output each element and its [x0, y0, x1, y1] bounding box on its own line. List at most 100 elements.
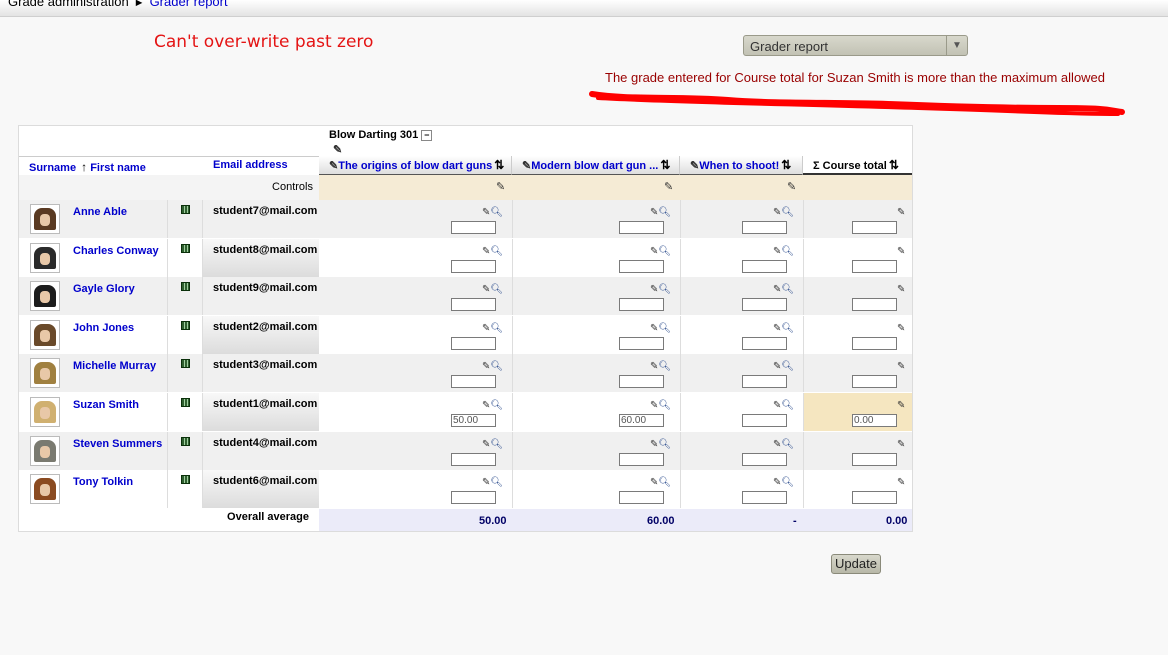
grade-input[interactable] — [742, 491, 787, 505]
search-icon[interactable]: 🔍︎ — [781, 207, 794, 218]
search-icon[interactable]: 🔍︎ — [490, 207, 503, 218]
grade-input[interactable] — [852, 298, 897, 312]
edit-icon[interactable]: ✎ — [897, 400, 905, 411]
search-icon[interactable]: 🔍︎ — [658, 439, 671, 450]
edit-icon[interactable]: ✎ — [897, 439, 905, 450]
edit-icon[interactable]: ✎ — [897, 246, 905, 257]
search-icon[interactable]: 🔍︎ — [658, 477, 671, 488]
grade-input[interactable] — [451, 336, 496, 350]
edit-icon[interactable]: ✎ — [333, 143, 342, 156]
grade-input[interactable] — [742, 336, 787, 350]
avatar[interactable] — [30, 281, 60, 312]
student-name-link[interactable]: Suzan Smith — [73, 399, 139, 411]
spreadsheet-icon[interactable] — [181, 398, 190, 407]
grade-input[interactable] — [852, 491, 897, 505]
sort-surname-link[interactable]: Surname — [29, 162, 76, 174]
search-icon[interactable]: 🔍︎ — [658, 323, 671, 334]
sort-icon[interactable]: ⇅ — [889, 158, 899, 172]
sort-icon[interactable]: ⇅ — [494, 158, 504, 172]
edit-icon[interactable]: ✎ — [664, 180, 673, 193]
grade-input[interactable] — [451, 452, 496, 466]
grade-input[interactable] — [852, 452, 897, 466]
student-name-link[interactable]: Steven Summers — [73, 438, 162, 450]
edit-icon[interactable]: ✎ — [897, 361, 905, 372]
search-icon[interactable]: 🔍︎ — [490, 246, 503, 257]
search-icon[interactable]: 🔍︎ — [490, 323, 503, 334]
edit-icon[interactable]: ✎ — [897, 284, 905, 295]
spreadsheet-icon[interactable] — [181, 475, 190, 485]
edit-icon[interactable]: ✎ — [897, 207, 905, 218]
sort-email-link[interactable]: Email address — [213, 159, 288, 171]
search-icon[interactable]: 🔍︎ — [490, 477, 503, 488]
grade-input[interactable] — [451, 491, 496, 505]
grade-input[interactable] — [451, 259, 496, 273]
spreadsheet-icon[interactable] — [181, 243, 190, 253]
spreadsheet-icon[interactable] — [181, 436, 190, 446]
grade-input[interactable] — [852, 336, 897, 350]
avatar[interactable] — [30, 474, 60, 505]
search-icon[interactable]: 🔍︎ — [781, 284, 794, 295]
col-when-link[interactable]: When to shoot! — [699, 160, 779, 172]
update-button[interactable]: Update — [831, 554, 881, 574]
spreadsheet-icon[interactable] — [181, 359, 190, 369]
spreadsheet-icon[interactable] — [181, 320, 190, 330]
grade-input[interactable] — [619, 336, 664, 350]
grade-input[interactable] — [451, 414, 496, 427]
search-icon[interactable]: 🔍︎ — [490, 400, 503, 411]
grade-input[interactable] — [619, 491, 664, 505]
search-icon[interactable]: 🔍︎ — [658, 361, 671, 372]
grade-input[interactable] — [852, 259, 897, 273]
grade-input[interactable] — [742, 221, 787, 234]
sort-firstname-link[interactable]: First name — [90, 162, 146, 174]
grade-input[interactable] — [619, 375, 664, 389]
grade-input[interactable] — [619, 452, 664, 466]
search-icon[interactable]: 🔍︎ — [658, 400, 671, 411]
student-name-link[interactable]: Tony Tolkin — [73, 476, 133, 488]
edit-icon[interactable]: ✎ — [897, 477, 905, 488]
col-modern-link[interactable]: Modern blow dart gun ... — [531, 160, 658, 172]
breadcrumb-grade-admin[interactable]: Grade administration — [8, 0, 129, 9]
grade-input[interactable] — [852, 221, 897, 234]
search-icon[interactable]: 🔍︎ — [781, 323, 794, 334]
search-icon[interactable]: 🔍︎ — [781, 246, 794, 257]
grade-input[interactable] — [852, 414, 897, 427]
student-name-link[interactable]: Gayle Glory — [73, 283, 135, 295]
student-name-link[interactable]: Anne Able — [73, 206, 127, 218]
spreadsheet-icon[interactable] — [181, 205, 190, 214]
grade-input[interactable] — [742, 298, 787, 312]
col-origins-link[interactable]: The origins of blow dart guns — [338, 160, 492, 172]
grade-input[interactable] — [742, 452, 787, 466]
edit-icon[interactable]: ✎ — [496, 180, 505, 193]
sort-asc-icon[interactable]: ↑ — [81, 160, 87, 174]
avatar[interactable] — [30, 435, 60, 466]
grade-input[interactable] — [451, 221, 496, 234]
grade-input[interactable] — [619, 298, 664, 312]
edit-icon[interactable]: ✎ — [787, 180, 796, 193]
grade-input[interactable] — [619, 221, 664, 234]
sort-icon[interactable]: ⇅ — [781, 158, 791, 172]
grade-input[interactable] — [742, 259, 787, 273]
grade-input[interactable] — [619, 414, 664, 427]
spreadsheet-icon[interactable] — [181, 282, 190, 292]
sort-icon[interactable]: ⇅ — [660, 158, 670, 172]
search-icon[interactable]: 🔍︎ — [490, 439, 503, 450]
collapse-icon[interactable]: − — [421, 129, 433, 141]
search-icon[interactable]: 🔍︎ — [658, 246, 671, 257]
search-icon[interactable]: 🔍︎ — [490, 284, 503, 295]
search-icon[interactable]: 🔍︎ — [781, 400, 794, 411]
avatar[interactable] — [30, 242, 60, 273]
search-icon[interactable]: 🔍︎ — [781, 361, 794, 372]
breadcrumb-grader-report[interactable]: Grader report — [150, 0, 228, 9]
student-name-link[interactable]: John Jones — [73, 322, 134, 334]
search-icon[interactable]: 🔍︎ — [781, 439, 794, 450]
avatar[interactable] — [30, 319, 60, 350]
search-icon[interactable]: 🔍︎ — [658, 284, 671, 295]
search-icon[interactable]: 🔍︎ — [781, 477, 794, 488]
edit-icon[interactable]: ✎ — [897, 323, 905, 334]
search-icon[interactable]: 🔍︎ — [658, 207, 671, 218]
report-select[interactable]: Grader report ▼ — [743, 35, 968, 56]
grade-input[interactable] — [619, 259, 664, 273]
grade-input[interactable] — [742, 375, 787, 389]
student-name-link[interactable]: Michelle Murray — [73, 360, 156, 372]
grade-input[interactable] — [451, 298, 496, 312]
